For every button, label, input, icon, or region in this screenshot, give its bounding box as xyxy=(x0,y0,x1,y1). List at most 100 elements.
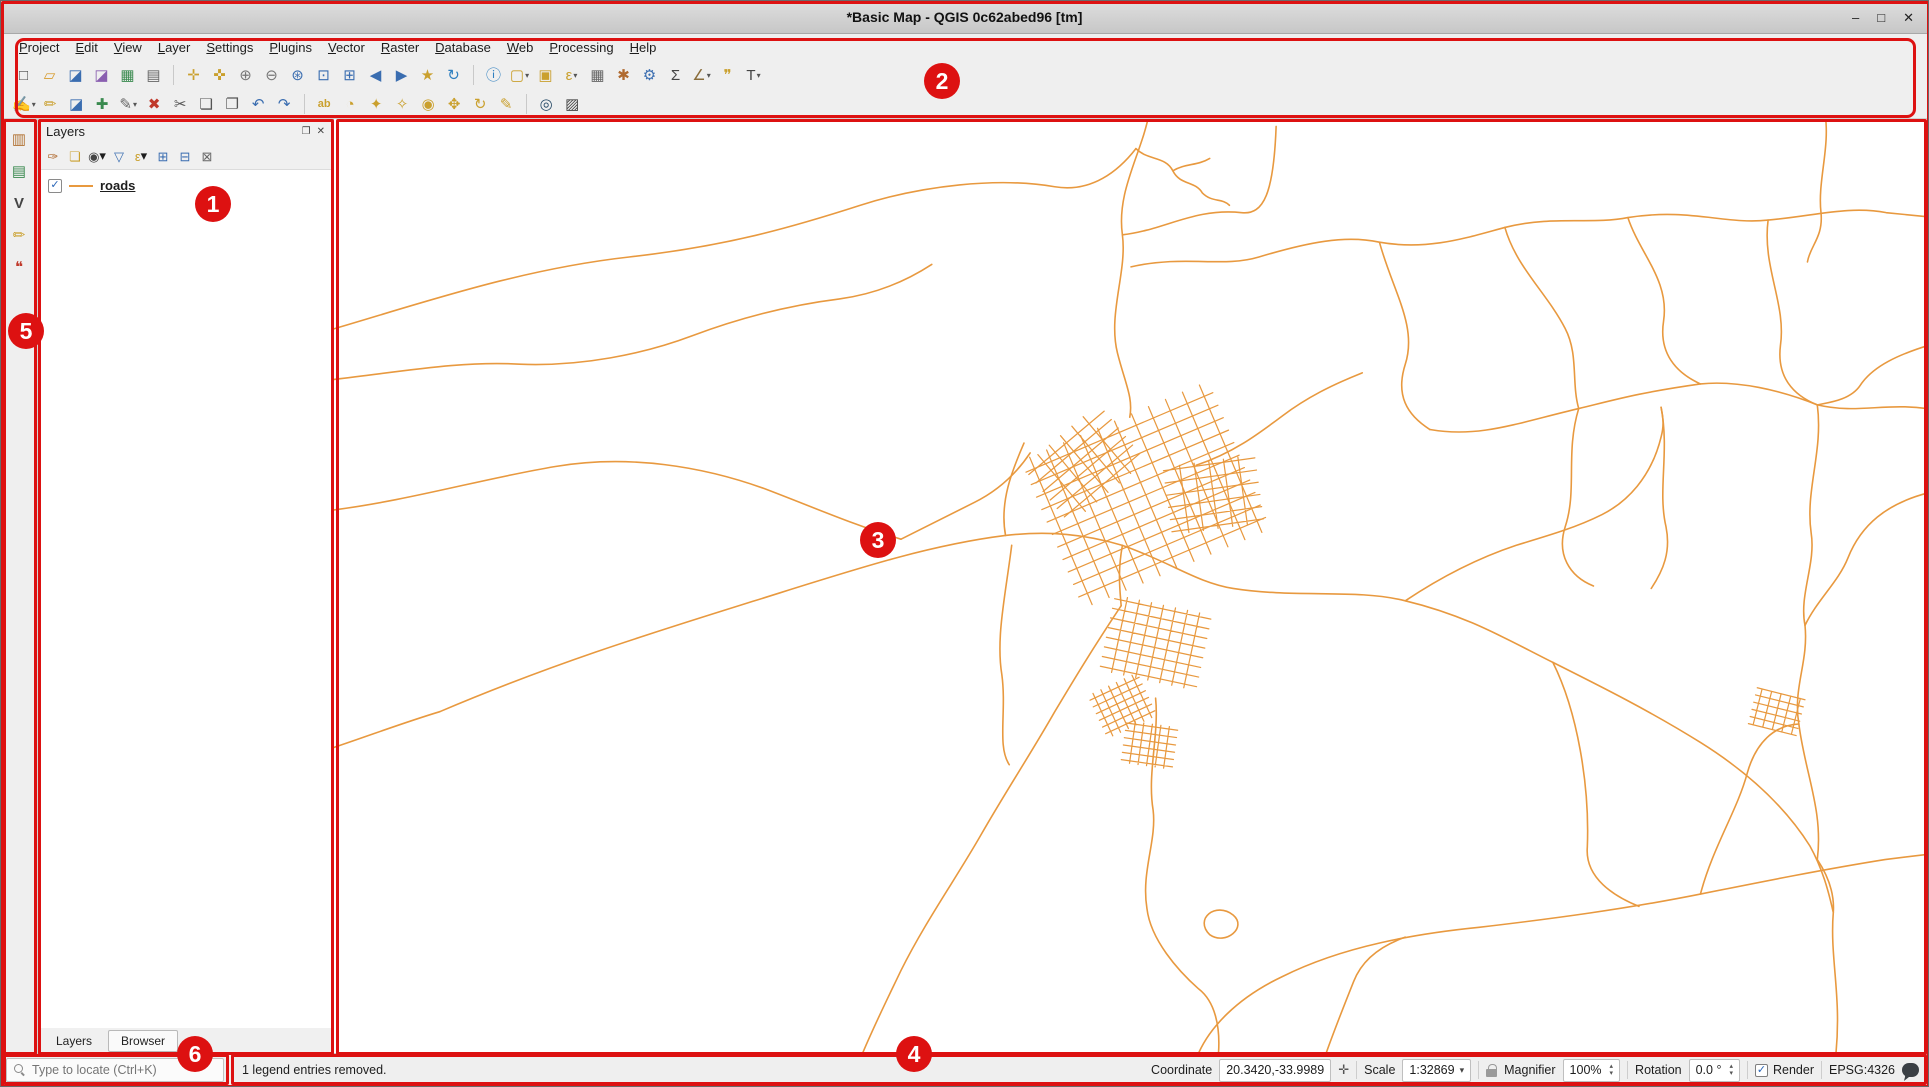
float-panel-icon[interactable]: ❐ xyxy=(302,126,311,137)
menu-item-help[interactable]: Help xyxy=(622,37,665,58)
btn-zoom-last[interactable]: ◀ xyxy=(363,63,388,88)
btn-paste-features[interactable]: ❐ xyxy=(220,92,245,117)
spin-down-icon[interactable]: ▾ xyxy=(1610,1070,1614,1077)
btn-vertex-tool[interactable]: ✎▾ xyxy=(116,92,141,117)
menu-item-web[interactable]: Web xyxy=(499,37,542,58)
tab-browser[interactable]: Browser xyxy=(108,1030,178,1052)
menu-item-edit[interactable]: Edit xyxy=(67,37,105,58)
btn-statistical-summary[interactable]: Σ xyxy=(663,63,688,88)
spinner-arrows[interactable]: ▴▾ xyxy=(1729,1063,1733,1077)
btn-layer-styling-panel[interactable]: ▨ xyxy=(560,92,585,117)
btn-add-vector-layer[interactable]: ▤ xyxy=(5,159,33,184)
btn-zoom-full[interactable]: ⊛ xyxy=(285,63,310,88)
log-messages-icon[interactable] xyxy=(1902,1063,1919,1077)
maximize-button[interactable]: □ xyxy=(1877,11,1885,24)
btn-change-label[interactable]: ✎ xyxy=(494,92,519,117)
btn-copy-features[interactable]: ❏ xyxy=(194,92,219,117)
btn-map-tips[interactable]: ❞ xyxy=(715,63,740,88)
btn-collapse-all[interactable]: ⊟ xyxy=(175,145,195,167)
spin-up-icon[interactable]: ▴ xyxy=(1610,1063,1614,1070)
btn-save-layer-edits[interactable]: ◪ xyxy=(64,92,89,117)
btn-refresh-map[interactable]: ↻ xyxy=(441,63,466,88)
btn-layer-diagram-options[interactable]: ◔ xyxy=(338,92,363,117)
btn-new-project[interactable]: □ xyxy=(11,63,36,88)
layer-name[interactable]: roads xyxy=(100,178,135,193)
titlebar[interactable]: *Basic Map - QGIS 0c62abed96 [tm] – □ ✕ xyxy=(1,1,1928,34)
tab-layers[interactable]: Layers xyxy=(44,1031,104,1051)
menu-item-raster[interactable]: Raster xyxy=(373,37,427,58)
menu-item-vector[interactable]: Vector xyxy=(320,37,373,58)
btn-identify-features[interactable]: ⓘ xyxy=(481,63,506,88)
btn-filter-by-expression[interactable]: ε▾ xyxy=(131,145,151,167)
btn-open-layer-styling[interactable]: ✑ xyxy=(43,145,63,167)
btn-deselect-features[interactable]: ▣ xyxy=(533,63,558,88)
close-button[interactable]: ✕ xyxy=(1903,11,1914,24)
menu-item-layer[interactable]: Layer xyxy=(150,37,199,58)
btn-pin-unpin-labels[interactable]: ✦ xyxy=(364,92,389,117)
btn-pan-map[interactable]: ✛ xyxy=(181,63,206,88)
btn-new-virtual-layer[interactable]: V xyxy=(5,191,33,216)
btn-new-bookmark[interactable]: ★ xyxy=(415,63,440,88)
btn-show-layout-manager[interactable]: ▤ xyxy=(141,63,166,88)
lock-scale-icon[interactable] xyxy=(1486,1069,1497,1077)
locator-input[interactable] xyxy=(32,1063,202,1077)
map-canvas[interactable] xyxy=(334,119,1928,1053)
btn-select-features[interactable]: ▢▾ xyxy=(507,63,532,88)
menu-item-view[interactable]: View xyxy=(106,37,150,58)
btn-text-annotation[interactable]: T▾ xyxy=(741,63,766,88)
btn-annotation-layer[interactable]: ❝ xyxy=(5,255,33,280)
layer-visibility-checkbox[interactable]: ✓ xyxy=(48,179,62,193)
btn-zoom-next[interactable]: ▶ xyxy=(389,63,414,88)
btn-processing-toolbox[interactable]: ⚙ xyxy=(637,63,662,88)
btn-remove-layer[interactable]: ⊠ xyxy=(197,145,217,167)
btn-move-label[interactable]: ✥ xyxy=(442,92,467,117)
scale-combo[interactable]: 1:32869▾ xyxy=(1402,1059,1471,1082)
epsg-crs-button[interactable]: EPSG:4326 xyxy=(1829,1063,1895,1077)
btn-zoom-to-selection[interactable]: ⊡ xyxy=(311,63,336,88)
btn-undo[interactable]: ↶ xyxy=(246,92,271,117)
btn-zoom-out[interactable]: ⊖ xyxy=(259,63,284,88)
btn-manage-map-themes[interactable]: ◉▾ xyxy=(87,145,107,167)
btn-metasearch[interactable]: ◎ xyxy=(534,92,559,117)
coordinate-input[interactable]: 20.3420,-33.9989 xyxy=(1219,1059,1331,1082)
render-checkbox[interactable]: ✓Render xyxy=(1755,1063,1814,1077)
btn-new-print-layout[interactable]: ▦ xyxy=(115,63,140,88)
btn-pan-map-to-selection[interactable]: ✜ xyxy=(207,63,232,88)
btn-zoom-in[interactable]: ⊕ xyxy=(233,63,258,88)
locator-bar[interactable] xyxy=(6,1058,224,1082)
btn-show-hide-labels[interactable]: ◉ xyxy=(416,92,441,117)
toggle-extents-icon[interactable]: ✛ xyxy=(1338,1062,1349,1078)
btn-save-project[interactable]: ◪ xyxy=(63,63,88,88)
menu-item-processing[interactable]: Processing xyxy=(541,37,621,58)
menu-item-database[interactable]: Database xyxy=(427,37,499,58)
btn-field-calculator[interactable]: ✱ xyxy=(611,63,636,88)
btn-cut-features[interactable]: ✂ xyxy=(168,92,193,117)
btn-add-feature[interactable]: ✚ xyxy=(90,92,115,117)
btn-select-by-expression[interactable]: ε▾ xyxy=(559,63,584,88)
close-panel-icon[interactable]: ✕ xyxy=(317,126,325,137)
btn-zoom-to-layer[interactable]: ⊞ xyxy=(337,63,362,88)
btn-toggle-editing[interactable]: ✏ xyxy=(38,92,63,117)
spin-down-icon[interactable]: ▾ xyxy=(1729,1070,1733,1077)
btn-open-attribute-table[interactable]: ▦ xyxy=(585,63,610,88)
btn-rotate-label[interactable]: ↻ xyxy=(468,92,493,117)
spin-up-icon[interactable]: ▴ xyxy=(1729,1063,1733,1070)
menu-item-settings[interactable]: Settings xyxy=(198,37,261,58)
minimize-button[interactable]: – xyxy=(1852,11,1859,24)
btn-open-project[interactable]: ▱ xyxy=(37,63,62,88)
btn-save-project-as[interactable]: ◪ xyxy=(89,63,114,88)
btn-new-shapefile-layer[interactable]: ✏ xyxy=(5,223,33,248)
rotation-spinbox[interactable]: 0.0 °▴▾ xyxy=(1689,1059,1740,1082)
btn-measure-line[interactable]: ∠▾ xyxy=(689,63,714,88)
btn-add-group[interactable]: ❏ xyxy=(65,145,85,167)
menu-item-project[interactable]: Project xyxy=(11,37,67,58)
btn-expand-all[interactable]: ⊞ xyxy=(153,145,173,167)
magnifier-spinbox[interactable]: 100%▴▾ xyxy=(1563,1059,1621,1082)
layer-row-roads[interactable]: ✓ roads xyxy=(44,176,327,195)
btn-filter-legend[interactable]: ▽ xyxy=(109,145,129,167)
btn-open-data-source-manager[interactable]: ▥ xyxy=(5,127,33,152)
btn-highlight-pinned-labels[interactable]: ✧ xyxy=(390,92,415,117)
spinner-arrows[interactable]: ▴▾ xyxy=(1610,1063,1614,1077)
btn-current-edits[interactable]: ✍▾ xyxy=(11,92,37,117)
menu-item-plugins[interactable]: Plugins xyxy=(261,37,320,58)
